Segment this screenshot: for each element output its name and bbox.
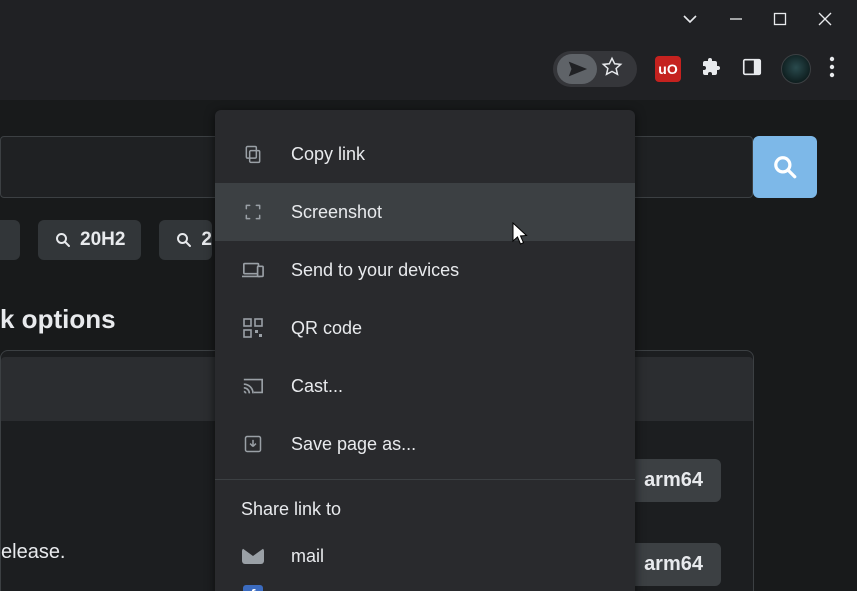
cast-icon (241, 376, 265, 396)
mail-icon (241, 548, 265, 564)
page-content: 20H2 2 k options elease. arm64 arm64 Cop… (0, 100, 857, 591)
chevron-down-icon[interactable] (681, 10, 699, 28)
tag-label: 20H2 (80, 229, 125, 251)
menu-share-heading: Share link to (215, 486, 635, 532)
section-heading: k options (0, 304, 116, 335)
tag-20h2[interactable]: 20H2 (38, 220, 141, 260)
copy-icon (241, 144, 265, 164)
arch-button-arm64-2[interactable]: arm64 (626, 543, 721, 586)
menu-item-facebook[interactable]: f (215, 580, 635, 591)
bookmark-star-icon[interactable] (601, 56, 623, 83)
menu-label: Screenshot (291, 202, 382, 223)
menu-label: Save page as... (291, 434, 416, 455)
arch-button-arm64[interactable]: arm64 (626, 459, 721, 502)
search-icon (772, 154, 798, 180)
menu-separator (215, 479, 635, 480)
minimize-button[interactable] (729, 12, 743, 26)
menu-item-send-devices[interactable]: Send to your devices (215, 241, 635, 299)
share-context-menu: Copy link Screenshot Send to your device… (215, 110, 635, 591)
browser-window: uO 20H2 2 k options (0, 0, 857, 591)
devices-icon (241, 260, 265, 280)
maximize-button[interactable] (773, 12, 787, 26)
menu-item-qr-code[interactable]: QR code (215, 299, 635, 357)
share-button[interactable] (557, 54, 597, 84)
menu-label: Copy link (291, 144, 365, 165)
menu-label: mail (291, 546, 324, 567)
sidepanel-icon[interactable] (741, 56, 763, 83)
extensions-puzzle-icon[interactable] (699, 55, 723, 84)
release-text: elease. (1, 541, 66, 564)
address-bar-actions (553, 51, 637, 87)
extension-ublock[interactable]: uO (655, 56, 681, 82)
screenshot-icon (241, 202, 265, 222)
menu-label: QR code (291, 318, 362, 339)
qr-code-icon (241, 318, 265, 338)
kebab-menu-icon[interactable] (829, 56, 835, 83)
mouse-cursor (512, 222, 530, 246)
window-titlebar (0, 0, 857, 38)
menu-item-save-page[interactable]: Save page as... (215, 415, 635, 473)
menu-item-cast[interactable]: Cast... (215, 357, 635, 415)
search-icon (54, 231, 72, 249)
tag-label: 2 (201, 229, 212, 251)
menu-label: Send to your devices (291, 260, 459, 281)
menu-label: Cast... (291, 376, 343, 397)
facebook-icon: f (241, 585, 265, 591)
ublock-label: uO (658, 61, 677, 77)
profile-avatar[interactable] (781, 54, 811, 84)
menu-item-screenshot[interactable]: Screenshot (215, 183, 635, 241)
download-icon (241, 434, 265, 454)
tag-partial-2[interactable]: 2 (159, 220, 212, 260)
menu-item-mail[interactable]: mail (215, 532, 635, 580)
search-icon (175, 231, 193, 249)
filter-tags: 20H2 2 (0, 220, 212, 260)
tag-partial[interactable] (0, 220, 20, 260)
menu-item-copy-link[interactable]: Copy link (215, 125, 635, 183)
close-button[interactable] (817, 11, 833, 27)
browser-toolbar: uO (0, 38, 857, 100)
search-button[interactable] (753, 136, 817, 198)
